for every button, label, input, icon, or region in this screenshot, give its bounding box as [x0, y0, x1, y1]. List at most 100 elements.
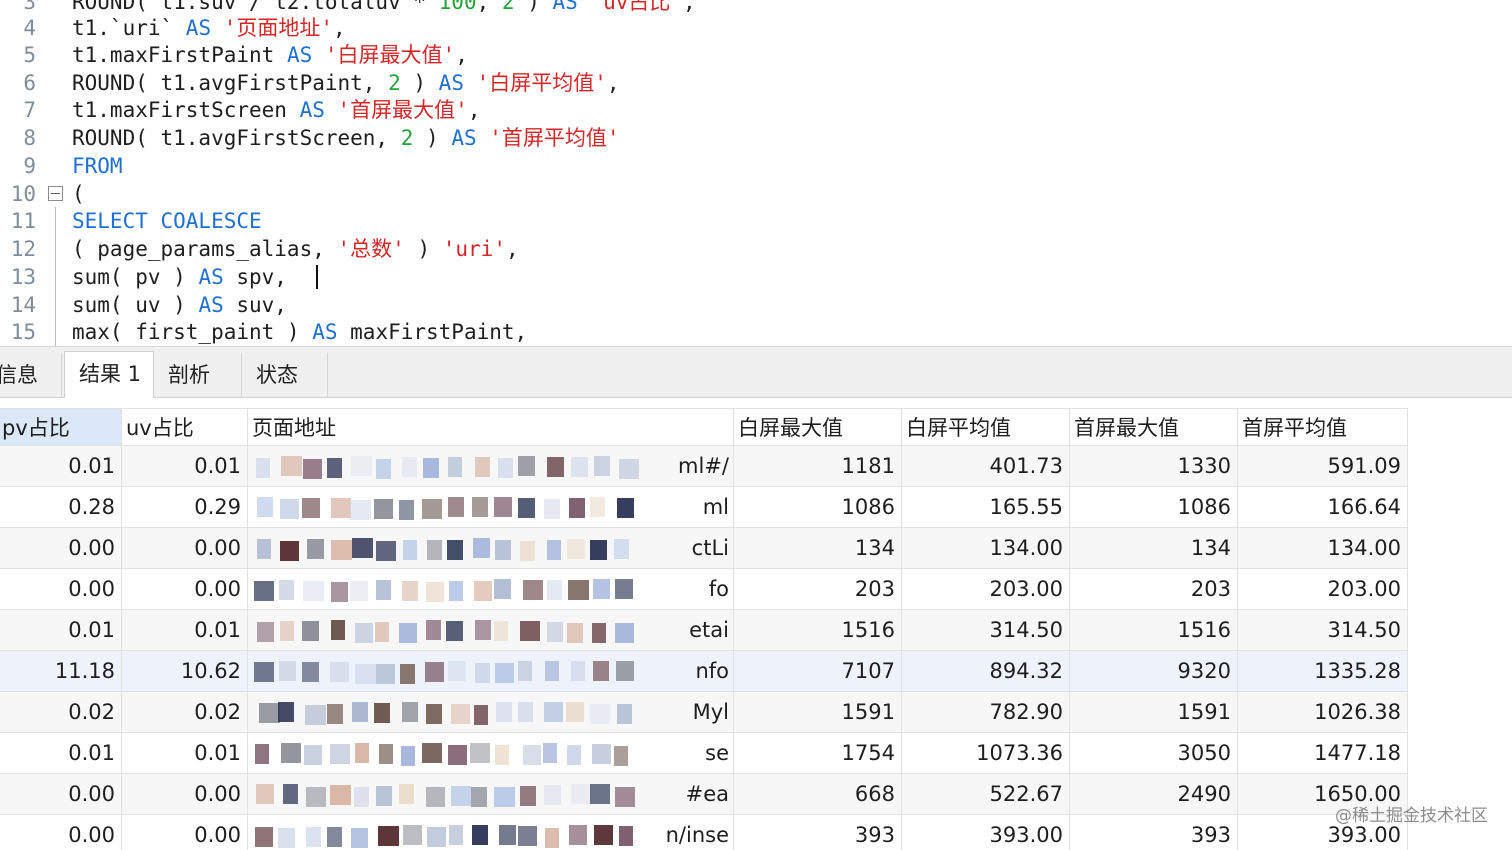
cell-fp-avg[interactable]: 165.55 [902, 487, 1070, 528]
cell-page-url[interactable]: etai [248, 610, 734, 651]
code-line[interactable]: 12 ( page_params_alias, '总数' ) 'uri', [0, 235, 1512, 263]
cell-page-url[interactable]: ml#/ [248, 446, 734, 487]
table-row[interactable]: 0.28 0.29 ml 1086 165.55 1086 166.64 [0, 487, 1408, 528]
table-row[interactable]: 0.00 0.00 ctLi 134 134.00 134 134.00 [0, 528, 1408, 569]
cell-fp-max[interactable]: 1754 [734, 733, 902, 774]
cell-fp-max[interactable]: 7107 [734, 651, 902, 692]
cell-pv-ratio[interactable]: 0.00 [0, 569, 122, 610]
tab-info[interactable]: 信息 [0, 353, 62, 399]
cell-uv-ratio[interactable]: 0.00 [122, 774, 248, 815]
cell-fs-avg[interactable]: 314.50 [1238, 610, 1408, 651]
cell-fp-avg[interactable]: 393.00 [902, 815, 1070, 850]
table-row[interactable]: 0.00 0.00 fo 203 203.00 203 203.00 [0, 569, 1408, 610]
cell-fs-avg[interactable]: 1335.28 [1238, 651, 1408, 692]
cell-pv-ratio[interactable]: 0.00 [0, 815, 122, 850]
cell-fs-avg[interactable]: 203.00 [1238, 569, 1408, 610]
cell-fp-avg[interactable]: 203.00 [902, 569, 1070, 610]
column-header-fp-avg[interactable]: 白屏平均值 [902, 408, 1070, 446]
cell-fs-avg[interactable]: 166.64 [1238, 487, 1408, 528]
table-row[interactable]: 0.01 0.01 ml#/1181 401.73 1330 591.09 [0, 446, 1408, 487]
cell-fp-max[interactable]: 1086 [734, 487, 902, 528]
cell-uv-ratio[interactable]: 0.29 [122, 487, 248, 528]
cell-page-url[interactable]: ctLi [248, 528, 734, 569]
cell-page-url[interactable]: n/inse [248, 815, 734, 850]
table-row[interactable]: 0.02 0.02 Myl 1591 782.90 1591 1026.38 [0, 692, 1408, 733]
column-header-pv-ratio[interactable]: pv占比 [0, 408, 122, 446]
cell-uv-ratio[interactable]: 0.00 [122, 569, 248, 610]
cell-page-url[interactable]: se [248, 733, 734, 774]
cell-fs-avg[interactable]: 1477.18 [1238, 733, 1408, 774]
cell-fp-avg[interactable]: 134.00 [902, 528, 1070, 569]
cell-uv-ratio[interactable]: 0.00 [122, 815, 248, 850]
cell-pv-ratio[interactable]: 0.00 [0, 774, 122, 815]
cell-fs-max[interactable]: 134 [1070, 528, 1238, 569]
fold-collapse-icon[interactable] [48, 186, 63, 201]
cell-page-url[interactable]: fo [248, 569, 734, 610]
tab-status[interactable]: 状态 [242, 353, 328, 399]
table-row[interactable]: 0.01 0.01 se 1754 1073.36 3050 1477.18 [0, 733, 1408, 774]
tab-profile[interactable]: 剖析 [154, 353, 242, 399]
cell-fs-max[interactable]: 1591 [1070, 692, 1238, 733]
cell-pv-ratio[interactable]: 11.18 [0, 651, 122, 692]
cell-uv-ratio[interactable]: 0.01 [122, 733, 248, 774]
cell-pv-ratio[interactable]: 0.02 [0, 692, 122, 733]
table-row[interactable]: 11.18 10.62 nfo 7107 894.32 9320 1335.28 [0, 651, 1408, 692]
column-header-page-url[interactable]: 页面地址 [248, 408, 734, 446]
cell-pv-ratio[interactable]: 0.00 [0, 528, 122, 569]
cell-fp-avg[interactable]: 522.67 [902, 774, 1070, 815]
table-row[interactable]: 0.00 0.00 #ea 668 522.67 2490 1650.00 [0, 774, 1408, 815]
cell-page-url[interactable]: ml [248, 487, 734, 528]
code-line[interactable]: 5 t1.maxFirstPaint AS '白屏最大值', [0, 41, 1512, 69]
cell-pv-ratio[interactable]: 0.01 [0, 446, 122, 487]
code-line[interactable]: 4 t1.`uri` AS '页面地址', [0, 14, 1512, 42]
cell-fp-max[interactable]: 668 [734, 774, 902, 815]
tab-result-1[interactable]: 结果 1 [64, 351, 154, 399]
column-header-fs-max[interactable]: 首屏最大值 [1070, 408, 1238, 446]
cell-uv-ratio[interactable]: 0.00 [122, 528, 248, 569]
cell-page-url[interactable]: #ea [248, 774, 734, 815]
cell-fp-max[interactable]: 134 [734, 528, 902, 569]
cell-fp-max[interactable]: 203 [734, 569, 902, 610]
result-grid[interactable]: pv占比 uv占比 页面地址 白屏最大值 白屏平均值 首屏最大值 首屏平均值 0.01 0.0… [0, 398, 1512, 850]
column-header-fp-max[interactable]: 白屏最大值 [734, 408, 902, 446]
cell-fp-avg[interactable]: 314.50 [902, 610, 1070, 651]
code-line[interactable]: 7 t1.maxFirstScreen AS '首屏最大值', [0, 96, 1512, 124]
cell-fs-avg[interactable]: 1026.38 [1238, 692, 1408, 733]
code-line[interactable]: 15 max( first_paint ) AS maxFirstPaint, [0, 318, 1512, 346]
cell-fs-avg[interactable]: 134.00 [1238, 528, 1408, 569]
cell-fp-max[interactable]: 1181 [734, 446, 902, 487]
cell-pv-ratio[interactable]: 0.01 [0, 610, 122, 651]
cell-fp-avg[interactable]: 782.90 [902, 692, 1070, 733]
cell-fs-max[interactable]: 1086 [1070, 487, 1238, 528]
code-line[interactable]: 10 ( [0, 180, 1512, 208]
cell-uv-ratio[interactable]: 10.62 [122, 651, 248, 692]
cell-fs-max[interactable]: 2490 [1070, 774, 1238, 815]
code-line[interactable]: 11 SELECT COALESCE [0, 207, 1512, 235]
code-line[interactable]: 14 sum( uv ) AS suv, [0, 291, 1512, 319]
cell-page-url[interactable]: nfo [248, 651, 734, 692]
cell-fs-avg[interactable]: 591.09 [1238, 446, 1408, 487]
cell-fs-max[interactable]: 393 [1070, 815, 1238, 850]
cell-fs-max[interactable]: 1516 [1070, 610, 1238, 651]
cell-fp-avg[interactable]: 401.73 [902, 446, 1070, 487]
column-header-uv-ratio[interactable]: uv占比 [122, 408, 248, 446]
cell-fs-max[interactable]: 203 [1070, 569, 1238, 610]
cell-fs-max[interactable]: 1330 [1070, 446, 1238, 487]
cell-fp-avg[interactable]: 1073.36 [902, 733, 1070, 774]
cell-uv-ratio[interactable]: 0.01 [122, 610, 248, 651]
code-line[interactable]: 9 FROM [0, 152, 1512, 180]
table-row[interactable]: 0.01 0.01 etai 1516 314.50 1516 314.50 [0, 610, 1408, 651]
cell-fp-avg[interactable]: 894.32 [902, 651, 1070, 692]
code-line[interactable]: 8 ROUND( t1.avgFirstScreen, 2 ) AS '首屏平均值… [0, 124, 1512, 152]
cell-page-url[interactable]: Myl [248, 692, 734, 733]
cell-fp-max[interactable]: 393 [734, 815, 902, 850]
cell-uv-ratio[interactable]: 0.01 [122, 446, 248, 487]
column-header-fs-avg[interactable]: 首屏平均值 [1238, 408, 1408, 446]
cell-fp-max[interactable]: 1516 [734, 610, 902, 651]
cell-fs-max[interactable]: 3050 [1070, 733, 1238, 774]
code-line[interactable]: 6 ROUND( t1.avgFirstPaint, 2 ) AS '白屏平均值'… [0, 69, 1512, 97]
table-row[interactable]: 0.00 0.00 n/inse 393 393.00 393 393.00 [0, 815, 1408, 850]
cell-uv-ratio[interactable]: 0.02 [122, 692, 248, 733]
code-line[interactable]: 13 sum( pv ) AS spv, [0, 263, 1512, 291]
cell-pv-ratio[interactable]: 0.01 [0, 733, 122, 774]
